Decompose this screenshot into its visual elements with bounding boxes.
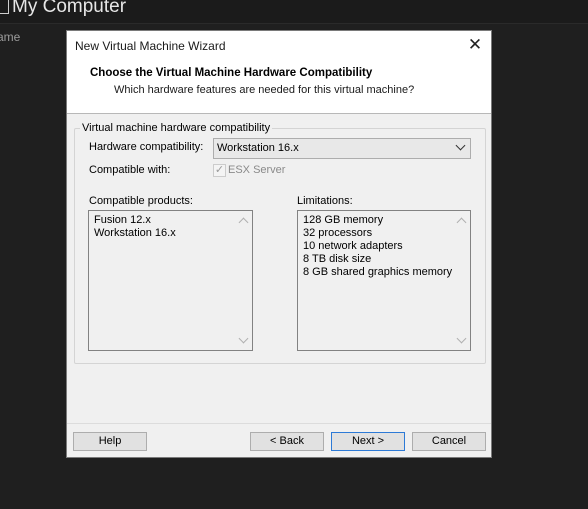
esx-server-label: ESX Server	[228, 164, 286, 176]
limitations-list[interactable]: 128 GB memory 32 processors 10 network a…	[297, 210, 471, 351]
close-icon[interactable]: ✕	[467, 36, 483, 54]
footer-divider	[67, 423, 491, 424]
list-item: 10 network adapters	[303, 240, 403, 252]
chevron-down-icon	[455, 140, 466, 151]
limitations-label: Limitations:	[297, 195, 353, 207]
background-title-text: My Computer	[12, 0, 127, 17]
list-item: 8 GB shared graphics memory	[303, 266, 453, 278]
computer-icon	[0, 0, 9, 14]
background-sidebar-text: ame	[0, 30, 21, 44]
compatible-with-label: Compatible with:	[89, 164, 171, 176]
list-item: 32 processors	[303, 227, 373, 239]
wizard-step-subtitle: Which hardware features are needed for t…	[114, 84, 415, 96]
dialog-title: New Virtual Machine Wizard	[75, 39, 226, 53]
group-label: Virtual machine hardware compatibility	[80, 122, 273, 134]
next-button[interactable]: Next >	[331, 432, 405, 451]
hardware-compatibility-select[interactable]: Workstation 16.x	[213, 138, 471, 159]
cancel-button[interactable]: Cancel	[412, 432, 486, 451]
esx-server-checkbox[interactable]: ✓	[213, 164, 226, 177]
compatible-products-label: Compatible products:	[89, 195, 193, 207]
list-item: Workstation 16.x	[94, 227, 176, 239]
list-item: 8 TB disk size	[303, 253, 372, 265]
new-vm-wizard-dialog: New Virtual Machine Wizard ✕ Choose the …	[66, 30, 492, 458]
scroll-down-icon[interactable]	[238, 333, 249, 344]
wizard-step-title: Choose the Virtual Machine Hardware Comp…	[90, 67, 373, 79]
hardware-compatibility-label: Hardware compatibility:	[89, 141, 204, 153]
help-button[interactable]: Help	[73, 432, 147, 451]
list-item: 128 GB memory	[303, 214, 384, 226]
scroll-up-icon[interactable]	[238, 217, 249, 228]
scroll-down-icon[interactable]	[456, 333, 467, 344]
compatible-products-list[interactable]: Fusion 12.x Workstation 16.x	[88, 210, 253, 351]
hardware-compatibility-value: Workstation 16.x	[217, 142, 299, 154]
back-button[interactable]: < Back	[250, 432, 324, 451]
dialog-titlebar: New Virtual Machine Wizard ✕	[67, 31, 491, 62]
list-item: Fusion 12.x	[94, 214, 151, 226]
wizard-header: Choose the Virtual Machine Hardware Comp…	[67, 62, 491, 114]
background-window-title: My Computer	[0, 0, 588, 24]
scroll-up-icon[interactable]	[456, 217, 467, 228]
